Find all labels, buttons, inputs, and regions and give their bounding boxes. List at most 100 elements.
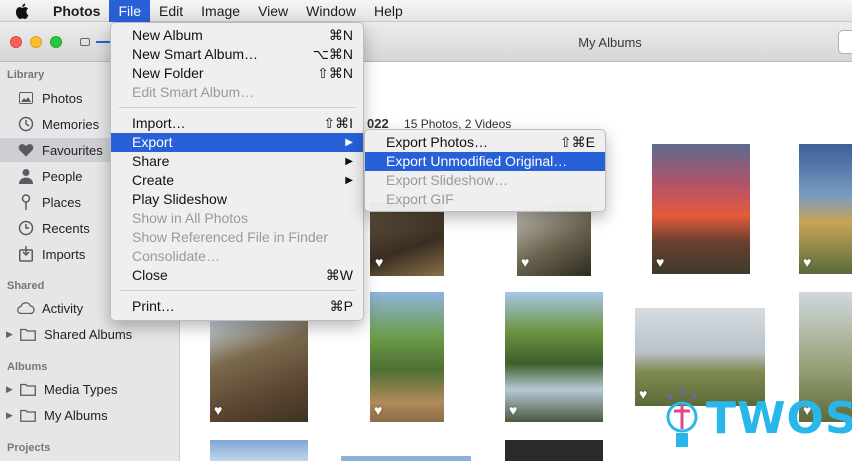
menu-item-shortcut: ⇧⌘E xyxy=(559,134,595,150)
photo-thumbnail[interactable] xyxy=(505,440,603,461)
menu-item-label: Show in All Photos xyxy=(132,210,248,226)
menu-item-shortcut: ⌘W xyxy=(325,267,353,283)
menu-file[interactable]: File xyxy=(109,0,151,22)
file-menu: New Album ⌘N New Smart Album… ⌥⌘N New Fold… xyxy=(110,22,364,321)
menu-item-new-album[interactable]: New Album ⌘N xyxy=(111,26,363,45)
photos-icon xyxy=(16,90,36,106)
person-icon xyxy=(16,168,36,184)
cloud-icon xyxy=(16,300,36,316)
disclosure-triangle-icon[interactable]: ▶ xyxy=(6,384,16,395)
menu-item-shortcut: ⌘N xyxy=(328,27,353,43)
menu-item-show-referenced-file: Show Referenced File in Finder xyxy=(111,228,363,247)
menu-item-label: New Folder xyxy=(132,65,204,81)
sidebar-item-label: My Albums xyxy=(44,407,108,423)
favourite-heart-icon[interactable]: ♥ xyxy=(803,254,811,270)
favourite-heart-icon[interactable]: ♥ xyxy=(509,402,517,418)
export-submenu: Export Photos… ⇧⌘E Export Unmodified Orig… xyxy=(364,129,606,212)
menu-item-new-folder[interactable]: New Folder ⇧⌘N xyxy=(111,64,363,83)
sidebar-item-shared-albums[interactable]: ▶ Shared Albums xyxy=(0,322,180,346)
menu-item-label: Create xyxy=(132,172,175,188)
menu-image[interactable]: Image xyxy=(192,0,249,22)
menu-item-label: Export xyxy=(132,134,173,150)
menu-item-label: Print… xyxy=(132,298,175,314)
favourite-heart-icon[interactable]: ♥ xyxy=(374,402,382,418)
submenu-arrow-icon: ▶ xyxy=(345,137,353,148)
menu-item-export-photos[interactable]: Export Photos… ⇧⌘E xyxy=(365,133,605,152)
apple-logo-icon[interactable] xyxy=(0,3,44,19)
photo-thumbnail[interactable] xyxy=(341,456,471,461)
sidebar-item-label: Media Types xyxy=(44,381,118,397)
menu-item-shortcut: ⌘P xyxy=(329,298,353,314)
folder-icon xyxy=(18,381,38,397)
twos-watermark: TWOS xyxy=(660,385,852,459)
sidebar-item-label: Memories xyxy=(42,116,100,132)
zoom-window-button[interactable] xyxy=(50,36,62,48)
sidebar-item-label: People xyxy=(42,168,83,184)
menu-help[interactable]: Help xyxy=(365,0,412,22)
submenu-arrow-icon: ▶ xyxy=(345,175,353,186)
menu-photos[interactable]: Photos xyxy=(44,0,109,22)
sidebar-item-label: Activity xyxy=(42,300,84,316)
clock-icon xyxy=(16,220,36,236)
menu-item-play-slideshow[interactable]: Play Slideshow xyxy=(111,190,363,209)
sidebar-section-library: Library xyxy=(7,69,45,81)
sidebar-item-label: Imports xyxy=(42,246,86,262)
menu-item-print[interactable]: Print… ⌘P xyxy=(111,297,363,316)
menu-item-label: Export Photos… xyxy=(386,134,488,150)
menu-item-new-smart-album[interactable]: New Smart Album… ⌥⌘N xyxy=(111,45,363,64)
photo-thumbnail[interactable]: ♥ xyxy=(210,320,308,422)
sidebar-item-label: Places xyxy=(42,194,82,210)
import-icon xyxy=(16,246,36,262)
photo-thumbnail[interactable]: ♥ xyxy=(505,292,603,422)
disclosure-triangle-icon[interactable]: ▶ xyxy=(6,329,16,340)
sidebar-section-projects: Projects xyxy=(7,442,51,454)
menu-item-consolidate: Consolidate… xyxy=(111,247,363,266)
menu-item-export[interactable]: Export ▶ xyxy=(111,133,363,152)
sidebar-item-media-types[interactable]: ▶ Media Types xyxy=(0,377,180,401)
sidebar-section-albums: Albums xyxy=(7,361,48,373)
favourite-heart-icon[interactable]: ♥ xyxy=(375,254,383,270)
folder-icon xyxy=(18,326,38,342)
menu-item-share[interactable]: Share ▶ xyxy=(111,152,363,171)
favourite-heart-icon[interactable]: ♥ xyxy=(214,402,222,418)
menu-item-export-unmodified-original[interactable]: Export Unmodified Original… xyxy=(365,152,605,171)
photo-thumbnail[interactable] xyxy=(210,440,308,461)
sidebar-item-my-albums[interactable]: ▶ My Albums xyxy=(0,403,180,427)
photo-thumbnail[interactable]: ♥ xyxy=(652,144,750,274)
menu-window[interactable]: Window xyxy=(297,0,365,22)
menu-item-label: Export Unmodified Original… xyxy=(386,153,568,169)
menu-view[interactable]: View xyxy=(249,0,297,22)
minimize-window-button[interactable] xyxy=(30,36,42,48)
menu-edit[interactable]: Edit xyxy=(150,0,192,22)
photo-thumbnail[interactable]: ♥ xyxy=(799,144,852,274)
favourite-heart-icon[interactable]: ♥ xyxy=(656,254,664,270)
pin-icon xyxy=(16,194,36,210)
favourite-heart-icon[interactable]: ♥ xyxy=(521,254,529,270)
menu-item-create[interactable]: Create ▶ xyxy=(111,171,363,190)
disclosure-triangle-icon[interactable]: ▶ xyxy=(6,410,16,421)
menu-item-label: New Album xyxy=(132,27,203,43)
menu-item-shortcut: ⇧⌘N xyxy=(317,65,353,81)
menu-item-close[interactable]: Close ⌘W xyxy=(111,266,363,285)
window-title: My Albums xyxy=(578,35,642,50)
menu-item-label: Import… xyxy=(132,115,186,131)
photo-thumbnail[interactable]: ♥ xyxy=(517,202,591,276)
menu-separator xyxy=(119,107,355,108)
favourite-heart-icon[interactable]: ♥ xyxy=(639,386,647,402)
menu-item-label: Show Referenced File in Finder xyxy=(132,229,329,245)
menu-item-import[interactable]: Import… ⇧⌘I xyxy=(111,114,363,133)
sidebar-toggle-icon[interactable] xyxy=(80,38,90,46)
menu-item-label: Close xyxy=(132,267,168,283)
sidebar-section-shared: Shared xyxy=(7,280,45,292)
photo-thumbnail[interactable]: ♥ xyxy=(371,202,411,276)
photo-thumbnail[interactable]: ♥ xyxy=(370,292,444,422)
menu-item-export-gif: Export GIF xyxy=(365,190,605,209)
memories-icon xyxy=(16,116,36,132)
menu-item-shortcut: ⌥⌘N xyxy=(312,46,353,62)
menu-item-shortcut: ⇧⌘I xyxy=(323,115,353,131)
menu-item-export-slideshow: Export Slideshow… xyxy=(365,171,605,190)
sidebar-item-label: Favourites xyxy=(42,142,103,158)
search-field[interactable] xyxy=(838,30,852,54)
menu-separator xyxy=(119,290,355,291)
close-window-button[interactable] xyxy=(10,36,22,48)
